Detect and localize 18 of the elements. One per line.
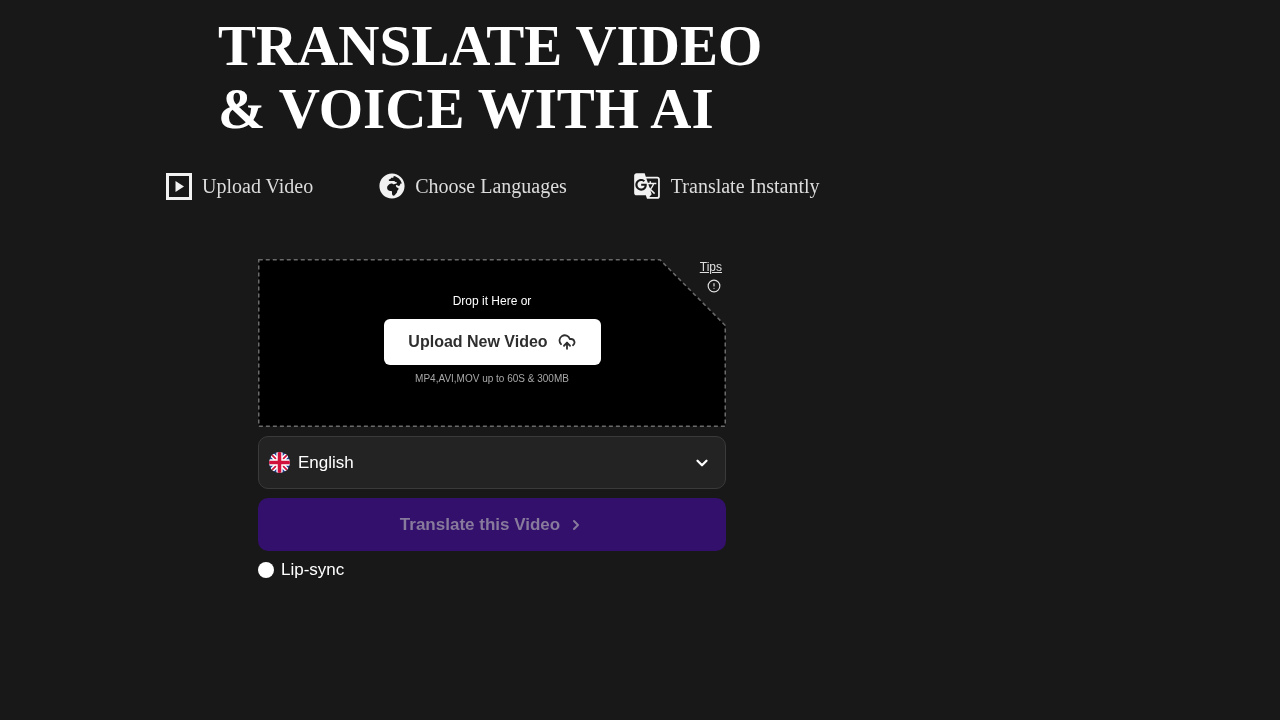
globe-icon [379,173,406,199]
cloud-upload-icon [557,333,576,351]
tips-link[interactable]: Tips [699,260,722,274]
step-label: Translate Instantly [670,173,820,200]
drop-prompt: Drop it Here or [452,294,532,308]
format-hint: MP4,AVI,MOV up to 60S & 300MB [415,373,569,385]
info-icon[interactable] [707,279,721,293]
page-title: TRANSLATE VIDEO & VOICE WITH AI [218,14,764,140]
step-label: Choose Languages [415,173,567,200]
upload-button[interactable]: Upload New Video [383,319,601,365]
translate-icon [632,172,661,200]
play-square-icon [166,172,192,200]
language-select[interactable]: English [258,436,726,489]
radio-button[interactable] [258,562,274,578]
flag-icon [269,452,290,473]
step-label: Upload Video [202,173,314,200]
drop-zone[interactable]: Tips Drop it Here or Upload New Video MP4,AVI,MOV up to 60S & 300MB [258,259,726,427]
lip-sync-label: Lip-sync [281,560,345,580]
